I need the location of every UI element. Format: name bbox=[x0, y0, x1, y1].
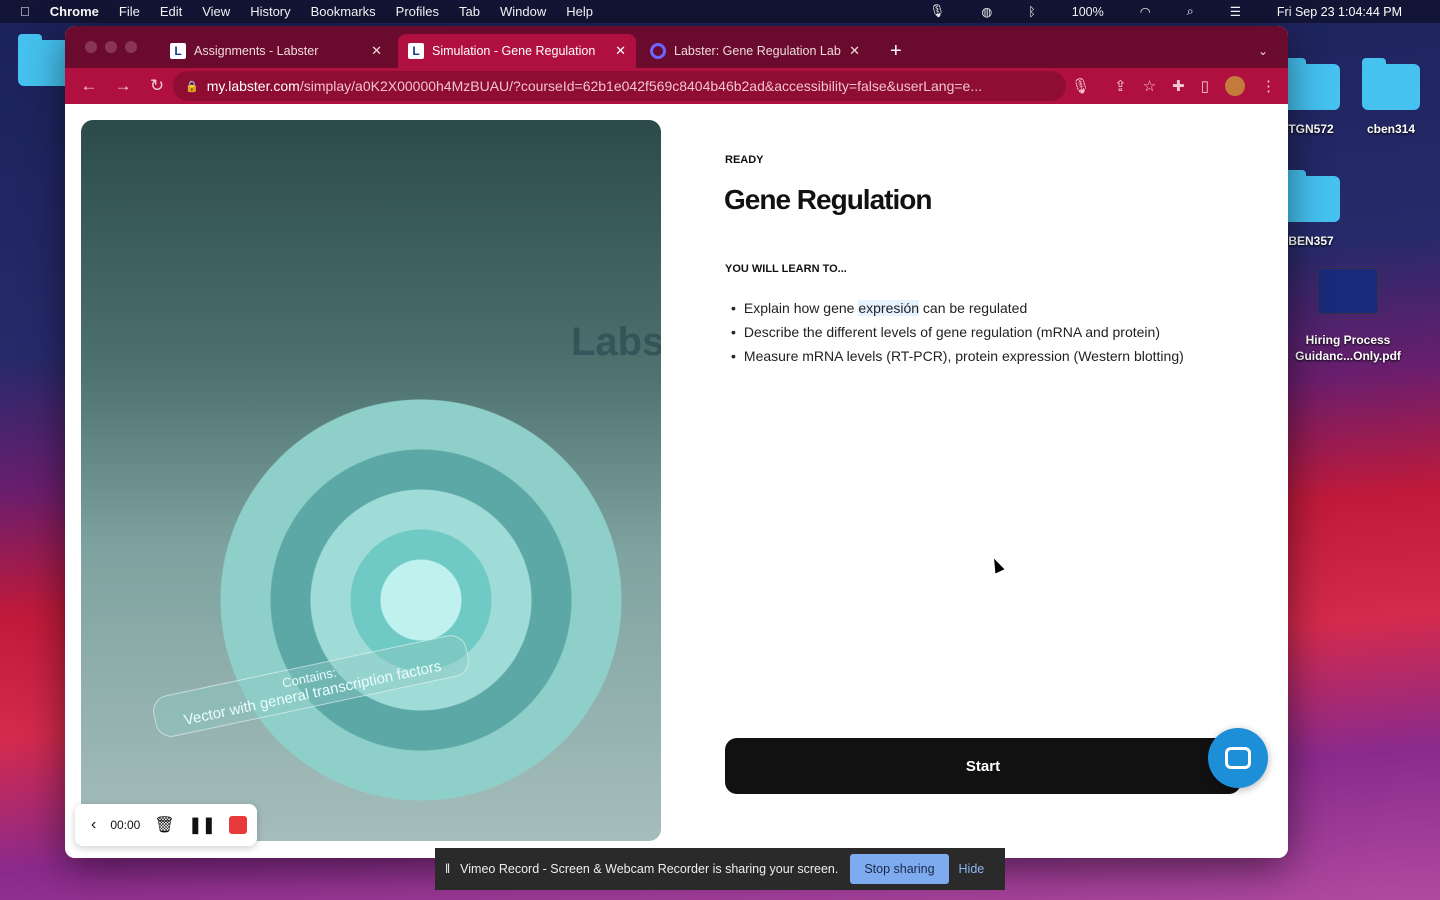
tab-strip: L Assignments - Labster ✕ L Simulation - Ge… bbox=[65, 26, 1288, 68]
learning-goals: Explain how gene expresión can be regula… bbox=[731, 296, 1184, 368]
stop-recording-button[interactable] bbox=[229, 816, 248, 834]
forward-button[interactable]: → bbox=[113, 76, 133, 96]
labster-favicon: L bbox=[408, 43, 424, 59]
drag-handle-icon[interactable]: ‖ bbox=[445, 862, 450, 876]
chat-icon bbox=[1225, 747, 1251, 769]
share-icon[interactable]: ⇪ bbox=[1114, 77, 1127, 95]
simulation-preview-image: Labs Contains: Vector with general transc… bbox=[81, 120, 661, 841]
screen-sharing-bar: ‖ Vimeo Record - Screen & Webcam Recorde… bbox=[435, 848, 1005, 890]
close-tab-icon[interactable]: ✕ bbox=[615, 43, 626, 59]
folder-icon bbox=[1362, 58, 1420, 110]
close-tab-icon[interactable]: ✕ bbox=[849, 43, 860, 59]
quizlet-favicon bbox=[650, 43, 666, 59]
menu-bar:  Chrome File Edit View History Bookmark… bbox=[0, 0, 1440, 23]
more-menu-icon[interactable]: ⋮ bbox=[1261, 77, 1276, 95]
window-controls[interactable] bbox=[85, 41, 137, 53]
sim-watermark: Labs bbox=[571, 320, 661, 364]
new-tab-button[interactable]: + bbox=[880, 34, 912, 68]
wifi-icon[interactable]: ◠ bbox=[1140, 4, 1151, 19]
sharing-message: Vimeo Record - Screen & Webcam Recorder … bbox=[460, 862, 839, 876]
toolbar: ← → ↻ 🔒 my.labster.com/simplay/a0K2X0000… bbox=[65, 68, 1288, 104]
trash-icon[interactable]: 🗑 bbox=[154, 815, 174, 835]
apple-icon[interactable]:  bbox=[20, 4, 30, 19]
battery-percent: 100% bbox=[1071, 4, 1104, 19]
status-label: READY bbox=[725, 154, 764, 166]
labster-favicon: L bbox=[170, 43, 186, 59]
close-window-button[interactable] bbox=[85, 41, 97, 53]
chrome-window: L Assignments - Labster ✕ L Simulation - Ge… bbox=[65, 26, 1288, 858]
tab-gene-regulation-lab[interactable]: Labster: Gene Regulation Lab ✕ bbox=[640, 34, 870, 68]
microphone-icon[interactable]: 🎙 bbox=[929, 4, 945, 19]
collapse-chevron-icon[interactable]: ‹ bbox=[91, 816, 96, 834]
profile-avatar[interactable] bbox=[1225, 76, 1245, 96]
menu-bookmarks[interactable]: Bookmarks bbox=[311, 4, 376, 19]
desktop-file-pdf[interactable]: Hiring Process Guidanc...Only.pdf bbox=[1290, 268, 1406, 364]
start-button[interactable]: Start bbox=[725, 738, 1241, 794]
folder-icon bbox=[1282, 170, 1340, 222]
recording-time: 00:00 bbox=[110, 818, 141, 832]
pause-icon[interactable]: ❚❚ bbox=[189, 815, 216, 835]
sim-object-label: Contains: Vector with general transcripti… bbox=[150, 632, 472, 740]
lock-icon: 🔒 bbox=[185, 80, 199, 93]
chat-support-button[interactable] bbox=[1208, 728, 1268, 788]
menu-help[interactable]: Help bbox=[566, 4, 593, 19]
goal-item: Explain how gene expresión can be regula… bbox=[731, 296, 1184, 320]
address-bar[interactable]: 🔒 my.labster.com/simplay/a0K2X00000h4MzB… bbox=[173, 71, 1066, 101]
goal-item: Measure mRNA levels (RT-PCR), protein ex… bbox=[731, 344, 1184, 368]
hide-button[interactable]: Hide bbox=[959, 862, 985, 876]
menu-view[interactable]: View bbox=[202, 4, 230, 19]
close-tab-icon[interactable]: ✕ bbox=[371, 43, 382, 59]
menu-chrome[interactable]: Chrome bbox=[50, 4, 99, 19]
tab-simulation[interactable]: L Simulation - Gene Regulation ✕ bbox=[398, 34, 636, 68]
menu-window[interactable]: Window bbox=[500, 4, 546, 19]
menu-edit[interactable]: Edit bbox=[160, 4, 182, 19]
recorder-controls: ‹ 00:00 🗑 ❚❚ bbox=[75, 804, 257, 846]
page-title: Gene Regulation bbox=[724, 184, 932, 215]
zoom-button[interactable] bbox=[125, 41, 137, 53]
goal-item: Describe the different levels of gene re… bbox=[731, 320, 1184, 344]
desktop-folder-cben314[interactable]: cben314 bbox=[1356, 58, 1426, 136]
bookmark-star-icon[interactable]: ☆ bbox=[1143, 77, 1156, 95]
bluetooth-icon[interactable]: ᛒ bbox=[1028, 5, 1036, 19]
globe-icon[interactable]: ◍ bbox=[981, 4, 992, 19]
tab-assignments[interactable]: L Assignments - Labster ✕ bbox=[160, 34, 392, 68]
search-icon[interactable]: ⌕ bbox=[1187, 4, 1194, 19]
datetime[interactable]: Fri Sep 23 1:04:44 PM bbox=[1277, 5, 1402, 19]
microphone-icon[interactable]: 🎙 bbox=[1071, 77, 1090, 95]
folder-icon bbox=[1282, 58, 1340, 110]
extensions-icon[interactable]: ✚ bbox=[1172, 77, 1185, 95]
reload-button[interactable]: ↻ bbox=[147, 76, 167, 96]
learn-heading: YOU WILL LEARN TO... bbox=[725, 263, 847, 275]
menu-tab[interactable]: Tab bbox=[459, 4, 480, 19]
menu-file[interactable]: File bbox=[119, 4, 140, 19]
pdf-thumbnail-icon bbox=[1318, 268, 1378, 314]
menu-profiles[interactable]: Profiles bbox=[396, 4, 439, 19]
control-center-icon[interactable]: ☰ bbox=[1230, 4, 1241, 19]
stop-sharing-button[interactable]: Stop sharing bbox=[850, 854, 949, 884]
side-panel-icon[interactable]: ▯ bbox=[1201, 77, 1209, 95]
minimize-button[interactable] bbox=[105, 41, 117, 53]
menu-history[interactable]: History bbox=[250, 4, 290, 19]
tab-search-chevron-icon[interactable]: ⌄ bbox=[1248, 34, 1278, 68]
page-content: Labs Contains: Vector with general transc… bbox=[65, 104, 1288, 858]
back-button[interactable]: ← bbox=[79, 76, 99, 96]
